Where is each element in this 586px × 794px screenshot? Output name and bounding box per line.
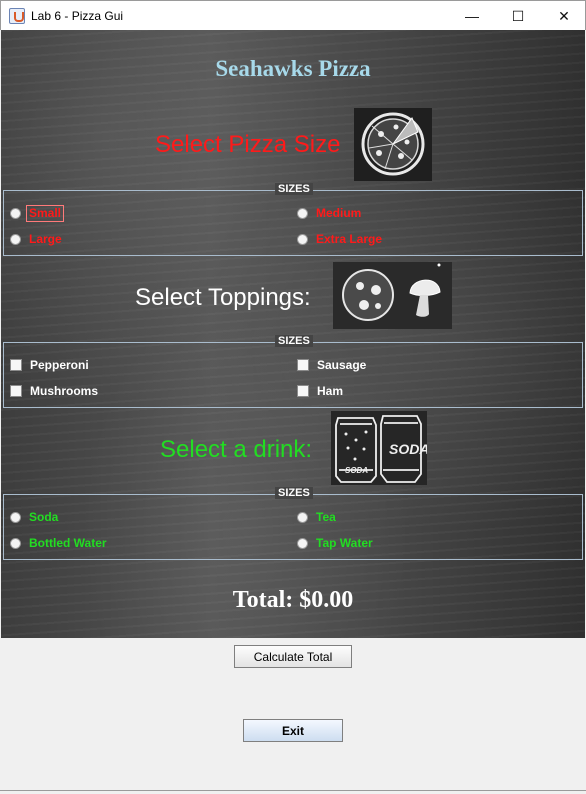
radio-icon [10, 511, 21, 523]
size-option-extra-large[interactable]: Extra Large [297, 230, 384, 248]
radio-icon [297, 537, 308, 549]
size-option-label: Large [29, 231, 62, 246]
drink-option-label: Tea [316, 509, 336, 524]
window-bottom-border [0, 790, 586, 791]
size-option-label: Medium [316, 205, 362, 220]
drink-option-label: Tap Water [316, 535, 373, 550]
toppings-title: Select Toppings: [135, 284, 311, 311]
minimize-button[interactable]: — [449, 1, 495, 31]
size-option-label: Small [25, 204, 65, 222]
size-group-title: SIZES [275, 183, 313, 195]
exit-button[interactable]: Exit [243, 719, 343, 742]
soda-label-left: SODA [345, 466, 368, 475]
topping-checkbox-mushrooms[interactable]: Mushrooms [10, 382, 100, 400]
checkbox-icon [10, 385, 22, 397]
maximize-button[interactable]: ☐ [495, 1, 541, 31]
checkbox-icon [297, 385, 309, 397]
topping-option-label: Pepperoni [30, 357, 89, 372]
drink-option-bottled-water[interactable]: Bottled Water [10, 534, 109, 552]
total-label: Total: $0.00 [232, 587, 354, 613]
radio-icon [10, 537, 21, 549]
radio-icon [10, 207, 21, 219]
topping-checkbox-ham[interactable]: Ham [297, 382, 345, 400]
size-option-label: Extra Large [316, 231, 383, 246]
topping-option-label: Ham [317, 383, 344, 398]
pepperoni-icon [342, 269, 394, 321]
pizza-size-title: Select Pizza Size [155, 131, 341, 158]
topping-option-label: Sausage [317, 357, 367, 372]
checkbox-icon [10, 359, 22, 371]
calculate-total-button[interactable]: Calculate Total [234, 645, 352, 668]
drink-options-group: SIZES Soda Tea Bottled Water Tap Water [3, 487, 583, 560]
window-titlebar: Lab 6 - Pizza Gui — ☐ ✕ [0, 0, 586, 30]
toppings-icon [333, 262, 452, 329]
radio-icon [297, 511, 308, 523]
soda-can-icon: SODA SODA [331, 411, 429, 485]
radio-icon [297, 233, 308, 245]
drink-option-label: Soda [29, 509, 59, 524]
pizza-icon [354, 108, 432, 181]
size-options-group: SIZES Small Medium Large Extra Large [3, 183, 583, 256]
drink-option-tap-water[interactable]: Tap Water [297, 534, 375, 552]
drink-option-tea[interactable]: Tea [297, 508, 338, 526]
window-title: Lab 6 - Pizza Gui [31, 9, 124, 23]
drink-option-label: Bottled Water [29, 535, 107, 550]
topping-option-label: Mushrooms [30, 383, 99, 398]
checkbox-icon [297, 359, 309, 371]
drink-group-title: SIZES [275, 487, 313, 499]
drink-title: Select a drink: [160, 436, 313, 463]
topping-options-group: SIZES Pepperoni Sausage Mushrooms Ham [3, 335, 583, 408]
size-option-large[interactable]: Large [10, 230, 64, 248]
size-option-medium[interactable]: Medium [297, 204, 363, 222]
java-app-icon [9, 8, 25, 24]
drink-option-soda[interactable]: Soda [10, 508, 60, 526]
soda-label-right: SODA [389, 441, 427, 457]
topping-group-title: SIZES [275, 335, 313, 347]
size-option-small[interactable]: Small [10, 204, 65, 222]
chalkboard-panel: Seahawks Pizza Select Pizza Size SIZES S… [1, 30, 585, 638]
topping-checkbox-pepperoni[interactable]: Pepperoni [10, 356, 91, 374]
close-button[interactable]: ✕ [541, 1, 586, 31]
topping-checkbox-sausage[interactable]: Sausage [297, 356, 368, 374]
shop-title: Seahawks Pizza [215, 56, 371, 81]
radio-icon [297, 207, 308, 219]
radio-icon [10, 233, 21, 245]
